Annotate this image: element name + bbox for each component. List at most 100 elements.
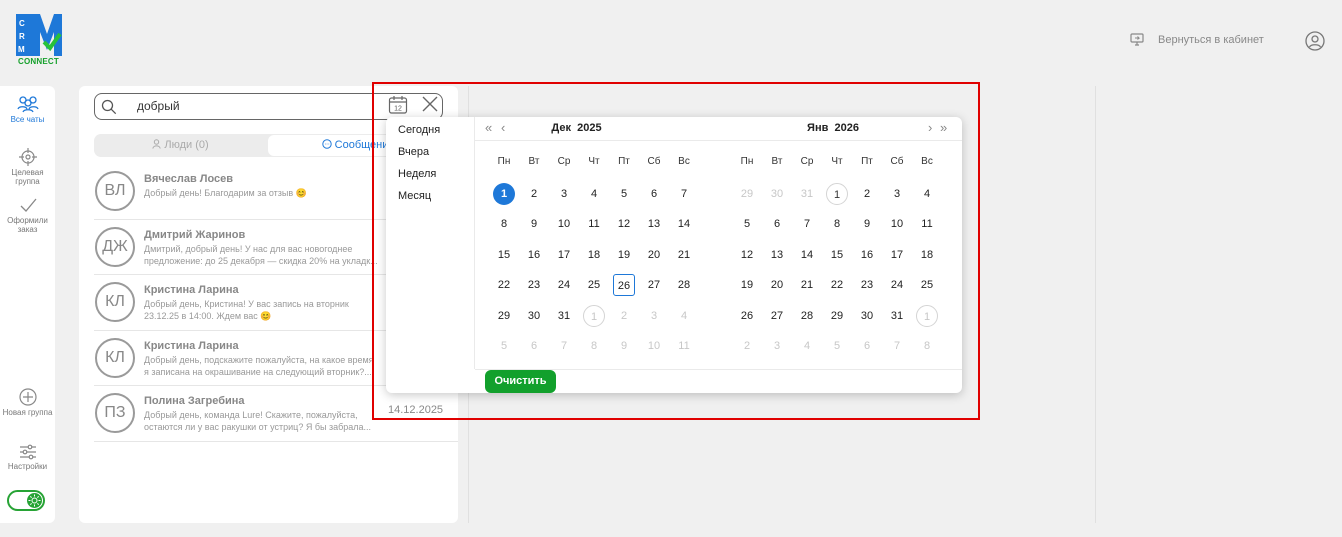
calendar-day[interactable]: 8 <box>916 335 938 357</box>
calendar-day[interactable]: 10 <box>886 213 908 235</box>
calendar-day[interactable]: 1 <box>493 183 515 205</box>
calendar-day[interactable]: 5 <box>613 183 635 205</box>
calendar-day[interactable]: 9 <box>856 213 878 235</box>
calendar-day[interactable]: 24 <box>553 274 575 296</box>
calendar-day[interactable]: 17 <box>553 244 575 266</box>
calendar-day[interactable]: 3 <box>553 183 575 205</box>
calendar-day[interactable]: 25 <box>916 274 938 296</box>
calendar-day[interactable]: 5 <box>826 335 848 357</box>
calendar-day[interactable]: 18 <box>916 244 938 266</box>
calendar-day[interactable]: 7 <box>796 213 818 235</box>
calendar-day[interactable]: 28 <box>796 305 818 327</box>
calendar-day[interactable]: 9 <box>613 335 635 357</box>
nav-target-group[interactable]: Целевая группа <box>0 148 55 186</box>
calendar-day[interactable]: 1 <box>583 305 605 327</box>
calendar-day[interactable]: 3 <box>766 335 788 357</box>
calendar-day[interactable]: 19 <box>613 244 635 266</box>
calendar-day[interactable]: 7 <box>673 183 695 205</box>
calendar-day[interactable]: 30 <box>523 305 545 327</box>
calendar-day[interactable]: 12 <box>736 244 758 266</box>
next-month-icon[interactable]: › <box>928 120 932 135</box>
calendar-day[interactable]: 11 <box>583 213 605 235</box>
calendar-day[interactable]: 6 <box>523 335 545 357</box>
calendar-day[interactable]: 17 <box>886 244 908 266</box>
calendar-icon[interactable]: 12 <box>388 95 408 115</box>
calendar-day[interactable]: 13 <box>643 213 665 235</box>
nav-all-chats[interactable]: Все чаты <box>0 95 55 124</box>
calendar-day[interactable]: 7 <box>886 335 908 357</box>
nav-ordered[interactable]: Оформили заказ <box>0 198 55 234</box>
calendar-day[interactable]: 16 <box>523 244 545 266</box>
calendar-day[interactable]: 7 <box>553 335 575 357</box>
theme-toggle[interactable] <box>7 490 45 511</box>
calendar-day[interactable]: 14 <box>796 244 818 266</box>
tab-people[interactable]: Люди (0) <box>94 134 267 157</box>
calendar-day[interactable]: 14 <box>673 213 695 235</box>
calendar-day[interactable]: 8 <box>583 335 605 357</box>
calendar-day[interactable]: 20 <box>766 274 788 296</box>
calendar-day[interactable]: 2 <box>523 183 545 205</box>
calendar-day[interactable]: 12 <box>613 213 635 235</box>
calendar-day[interactable]: 1 <box>916 305 938 327</box>
calendar-day[interactable]: 2 <box>613 305 635 327</box>
calendar-day[interactable]: 20 <box>643 244 665 266</box>
preset-option[interactable]: Вчера <box>386 147 474 169</box>
calendar-day[interactable]: 4 <box>673 305 695 327</box>
user-profile-icon[interactable] <box>1305 31 1325 51</box>
next-year-icon[interactable]: » <box>940 120 947 135</box>
calendar-day[interactable]: 30 <box>856 305 878 327</box>
calendar-day[interactable]: 9 <box>523 213 545 235</box>
calendar-day[interactable]: 30 <box>766 183 788 205</box>
preset-option[interactable]: Неделя <box>386 169 474 191</box>
calendar-day[interactable]: 3 <box>643 305 665 327</box>
calendar-day[interactable]: 21 <box>673 244 695 266</box>
calendar-day[interactable]: 29 <box>736 183 758 205</box>
calendar-day[interactable]: 29 <box>826 305 848 327</box>
calendar-day[interactable]: 24 <box>886 274 908 296</box>
calendar-day[interactable]: 5 <box>493 335 515 357</box>
calendar-day[interactable]: 2 <box>736 335 758 357</box>
calendar-day[interactable]: 4 <box>583 183 605 205</box>
calendar-day[interactable]: 8 <box>493 213 515 235</box>
calendar-day[interactable]: 2 <box>856 183 878 205</box>
calendar-day[interactable]: 27 <box>766 305 788 327</box>
calendar-day[interactable]: 23 <box>523 274 545 296</box>
calendar-day[interactable]: 25 <box>583 274 605 296</box>
calendar-day[interactable]: 6 <box>643 183 665 205</box>
calendar-day[interactable]: 8 <box>826 213 848 235</box>
calendar-day[interactable]: 31 <box>553 305 575 327</box>
calendar-day[interactable]: 16 <box>856 244 878 266</box>
close-icon[interactable] <box>422 96 438 112</box>
calendar-day[interactable]: 10 <box>553 213 575 235</box>
nav-new-group[interactable]: Новая группа <box>0 388 55 417</box>
nav-settings[interactable]: Настройки <box>0 444 55 471</box>
calendar-day[interactable]: 11 <box>916 213 938 235</box>
calendar-day[interactable]: 4 <box>796 335 818 357</box>
calendar-day[interactable]: 6 <box>856 335 878 357</box>
calendar-day[interactable]: 10 <box>643 335 665 357</box>
calendar-day[interactable]: 28 <box>673 274 695 296</box>
calendar-day[interactable]: 21 <box>796 274 818 296</box>
calendar-day[interactable]: 13 <box>766 244 788 266</box>
calendar-day[interactable]: 15 <box>493 244 515 266</box>
calendar-day[interactable]: 31 <box>796 183 818 205</box>
calendar-day[interactable]: 26 <box>736 305 758 327</box>
calendar-day[interactable]: 15 <box>826 244 848 266</box>
calendar-day[interactable]: 26 <box>613 274 635 296</box>
calendar-day[interactable]: 27 <box>643 274 665 296</box>
calendar-day[interactable]: 3 <box>886 183 908 205</box>
calendar-day[interactable]: 1 <box>826 183 848 205</box>
preset-option[interactable]: Месяц <box>386 191 474 213</box>
calendar-day[interactable]: 19 <box>736 274 758 296</box>
calendar-day[interactable]: 22 <box>493 274 515 296</box>
clear-button[interactable]: Очистить <box>485 370 556 393</box>
calendar-day[interactable]: 31 <box>886 305 908 327</box>
calendar-day[interactable]: 4 <box>916 183 938 205</box>
search-input[interactable] <box>137 99 377 113</box>
calendar-day[interactable]: 11 <box>673 335 695 357</box>
calendar-day[interactable]: 22 <box>826 274 848 296</box>
calendar-day[interactable]: 6 <box>766 213 788 235</box>
back-to-cabinet-link[interactable]: Вернуться в кабинет <box>1130 33 1264 46</box>
calendar-day[interactable]: 23 <box>856 274 878 296</box>
calendar-day[interactable]: 29 <box>493 305 515 327</box>
